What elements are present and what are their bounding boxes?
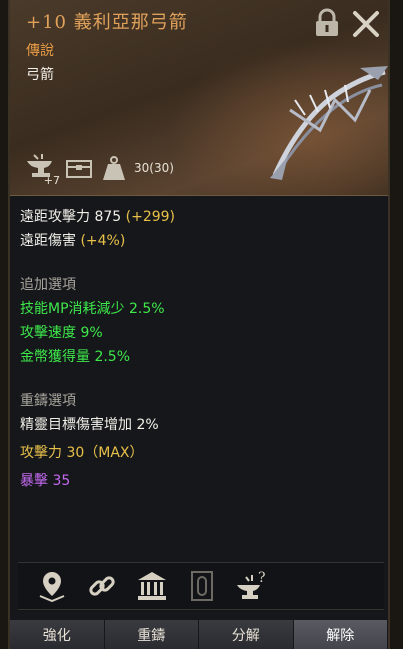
enhance-button[interactable]: 強化 [10, 620, 105, 649]
weight-icon [100, 153, 128, 183]
item-header: +10 義利亞那弓箭 傳說 弓箭 +7 30(30) [10, 0, 388, 196]
reforge-button[interactable]: 重鑄 [104, 620, 199, 649]
extra-options-header: 追加選項 [20, 277, 76, 293]
item-tooltip-panel: +10 義利亞那弓箭 傳說 弓箭 +7 30(30) 遠距攻擊力 875 (+2… [8, 0, 390, 649]
slot-icon[interactable] [184, 568, 220, 604]
anvil-icon: +7 [24, 153, 60, 187]
stat-ranged-damage: 遠距傷害 (+4%) [20, 229, 378, 253]
stat-bonus: (+4%) [80, 233, 126, 249]
item-stats-body: 遠距攻擊力 875 (+299) 遠距傷害 (+4%) 追加選項 技能MP消耗減… [10, 197, 388, 562]
stat-label: 遠距傷害 [20, 233, 76, 249]
release-button[interactable]: 解除 [293, 620, 388, 649]
item-grade: 傳說 [26, 43, 54, 59]
link-icon[interactable] [84, 568, 120, 604]
bow-image [270, 66, 388, 180]
item-title: +10 義利亞那弓箭 [26, 12, 188, 33]
location-pin-icon[interactable] [34, 568, 70, 604]
reforge-option-line: 攻擊力 30（MAX） [20, 445, 144, 461]
extra-option-line: 金幣獲得量 2.5% [20, 349, 131, 365]
reforge-option-line: 精靈目標傷害增加 2% [20, 417, 159, 433]
stat-label: 遠距攻擊力 875 [20, 209, 122, 225]
item-type: 弓箭 [26, 67, 54, 83]
svg-text:?: ? [258, 570, 266, 586]
stat-ranged-attack: 遠距攻擊力 875 (+299) [20, 205, 378, 229]
lock-icon[interactable] [313, 8, 341, 38]
bank-icon[interactable] [134, 568, 170, 604]
anvil-help-icon[interactable]: ? [234, 568, 270, 604]
dismantle-button[interactable]: 分解 [199, 620, 294, 649]
enchant-badge: +7 [43, 174, 60, 187]
item-meta-row: +7 30(30) [24, 150, 174, 187]
action-buttons: 強化 重鑄 分解 解除 [10, 620, 388, 649]
chest-icon [62, 153, 96, 183]
stat-bonus: (+299) [125, 209, 176, 225]
reforge-option-line: 暴擊 35 [20, 473, 71, 489]
reforge-options-header: 重鑄選項 [20, 393, 76, 409]
extra-option-line: 技能MP消耗減少 2.5% [20, 301, 165, 317]
extra-option-line: 攻擊速度 9% [20, 325, 103, 341]
action-icon-bar: ? [18, 562, 384, 610]
weight-value: 30(30) [134, 161, 174, 175]
close-icon[interactable] [350, 8, 382, 40]
